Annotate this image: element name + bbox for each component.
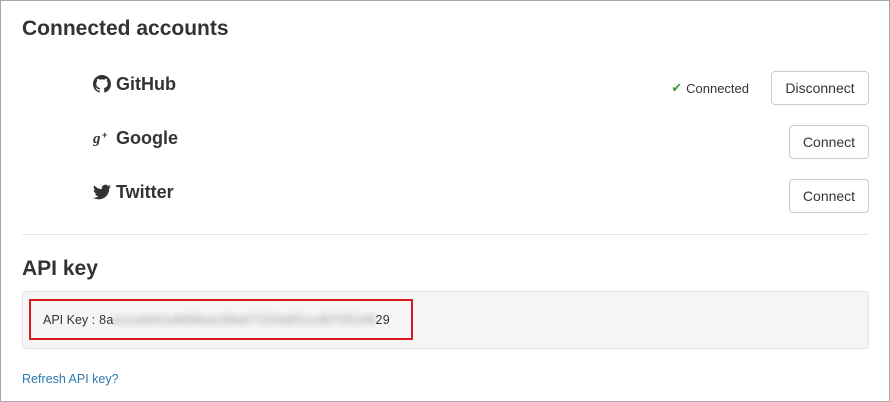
svg-text:g: g bbox=[93, 131, 101, 147]
github-disconnect-button[interactable]: Disconnect bbox=[771, 71, 869, 105]
settings-panel: Connected accounts GitHub ✔ Connected Di… bbox=[0, 0, 890, 402]
account-label: GitHub bbox=[116, 74, 176, 94]
svg-text:+: + bbox=[102, 130, 107, 140]
github-icon bbox=[93, 75, 111, 93]
account-name-github: GitHub bbox=[93, 73, 176, 95]
connected-accounts-heading: Connected accounts bbox=[22, 17, 229, 40]
check-icon: ✔ bbox=[671, 80, 683, 95]
account-row-google: g + Google Connect bbox=[93, 125, 869, 159]
account-name-twitter: Twitter bbox=[93, 181, 174, 203]
api-key-label: API Key : bbox=[43, 312, 96, 327]
account-label: Google bbox=[116, 128, 178, 148]
google-connect-button[interactable]: Connect bbox=[789, 125, 869, 159]
account-label: Twitter bbox=[116, 182, 174, 202]
status-text: Connected bbox=[686, 80, 749, 96]
connection-status: ✔ Connected bbox=[671, 80, 749, 96]
section-divider bbox=[22, 234, 869, 235]
account-row-twitter: Twitter Connect bbox=[93, 179, 869, 213]
api-key-value: 8ae1ca0e01dd08eac58a67152ddf11cd07052492… bbox=[99, 313, 390, 327]
account-row-github: GitHub ✔ Connected Disconnect bbox=[93, 71, 869, 105]
api-key-suffix: 29 bbox=[375, 312, 390, 327]
api-key-prefix: 8a bbox=[99, 312, 114, 327]
twitter-icon bbox=[93, 184, 111, 200]
api-key-highlight-box: API Key : 8ae1ca0e01dd08eac58a67152ddf11… bbox=[29, 299, 413, 340]
api-key-well: API Key : 8ae1ca0e01dd08eac58a67152ddf11… bbox=[22, 291, 869, 349]
google-plus-icon: g + bbox=[93, 130, 107, 147]
account-name-google: g + Google bbox=[93, 127, 178, 149]
api-key-heading: API key bbox=[22, 257, 98, 280]
twitter-connect-button[interactable]: Connect bbox=[789, 179, 869, 213]
api-key-masked: e1ca0e01dd08eac58a67152ddf11cd0705249 bbox=[113, 312, 376, 327]
refresh-api-key-link[interactable]: Refresh API key? bbox=[22, 372, 119, 386]
